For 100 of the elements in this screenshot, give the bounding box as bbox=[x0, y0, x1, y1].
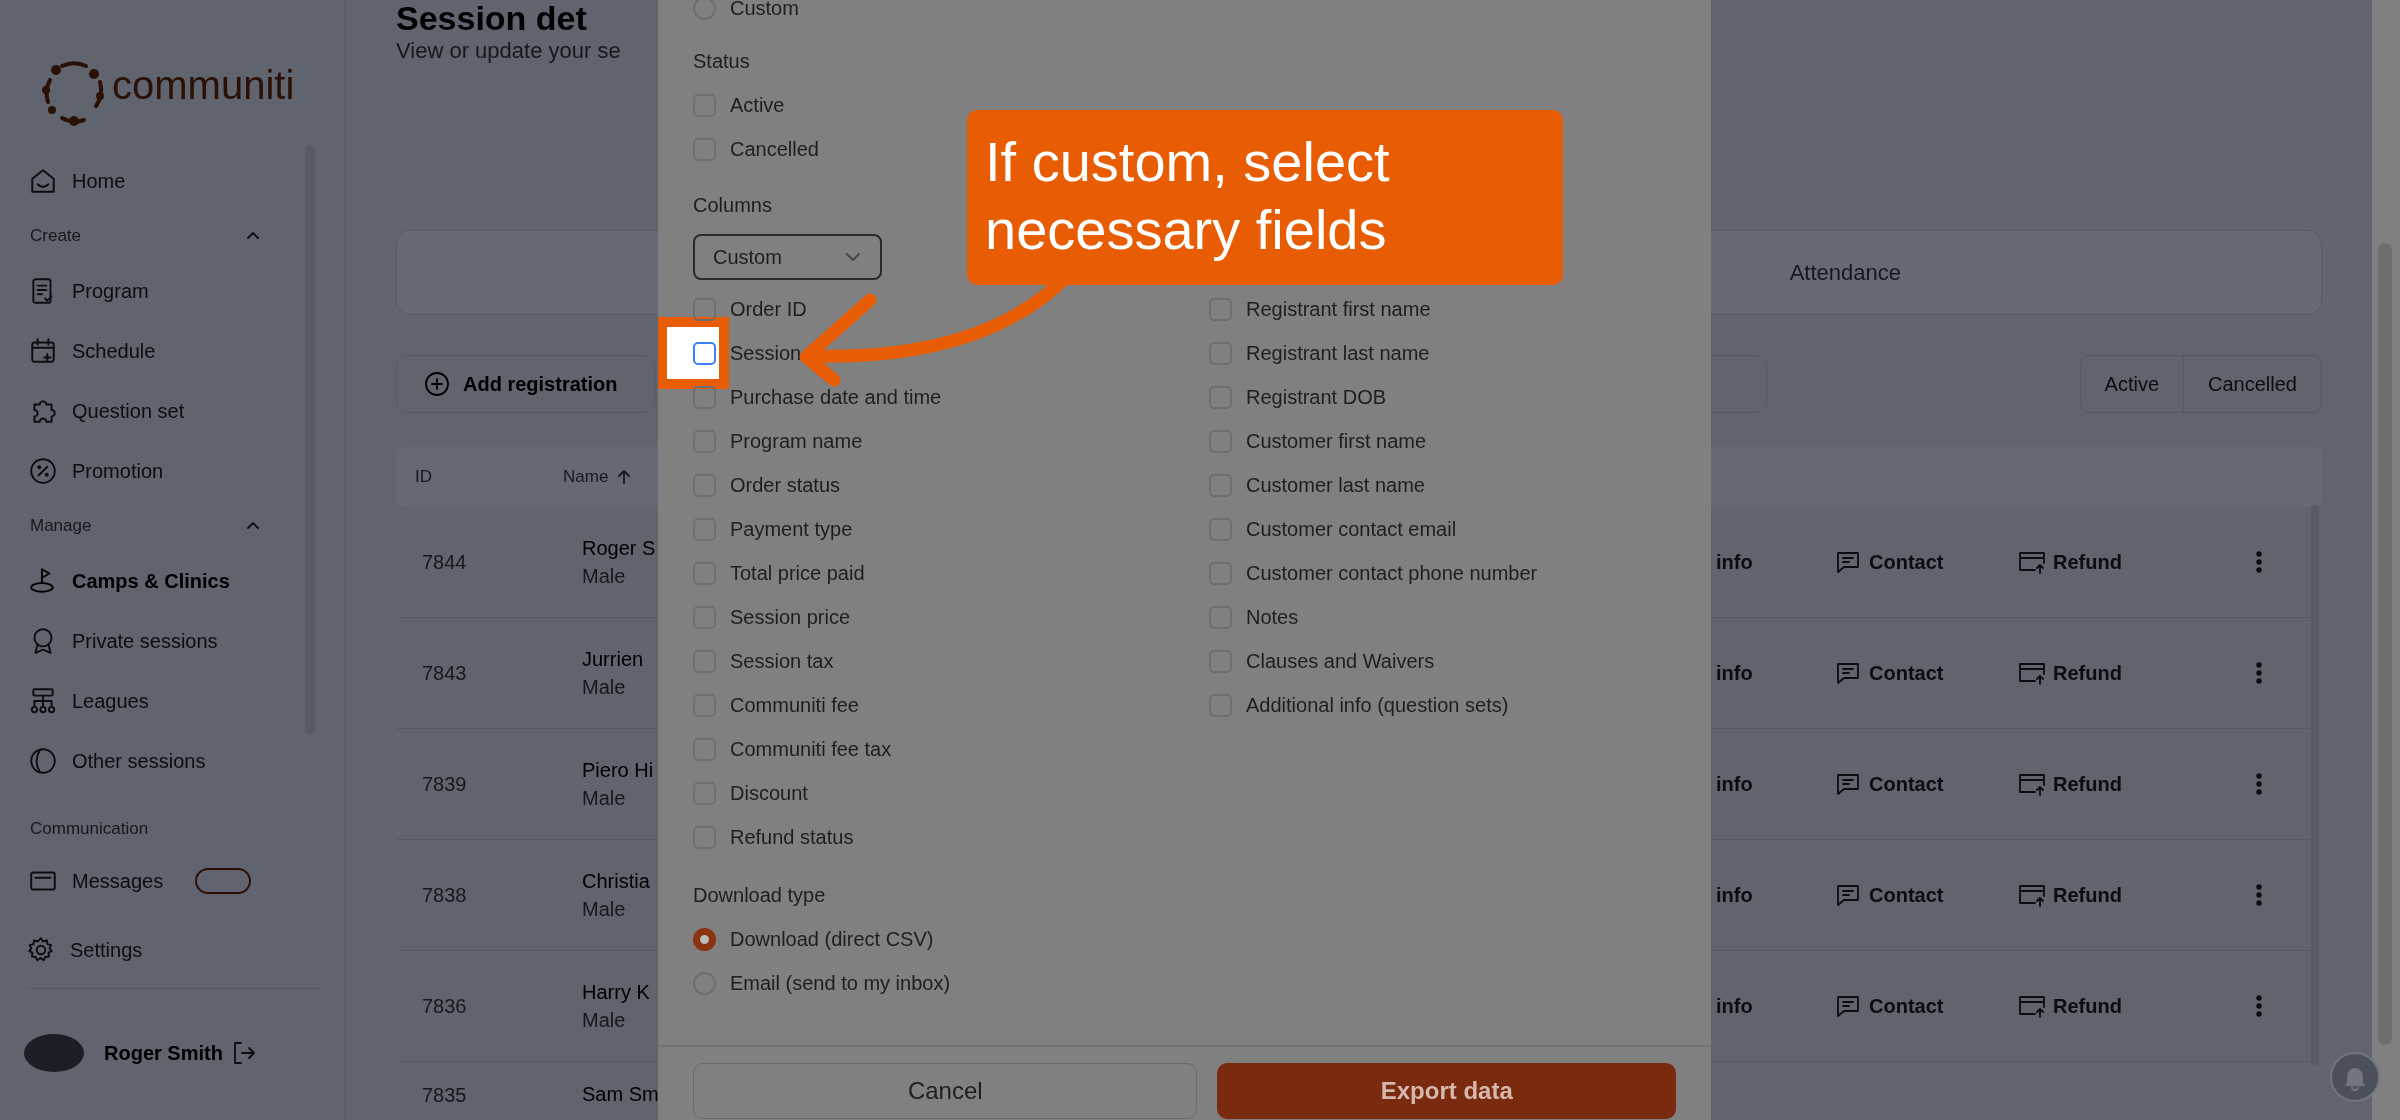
option-label: Email (send to my inbox) bbox=[730, 971, 951, 996]
calendar-icon bbox=[28, 336, 58, 366]
page-subtitle: View or update your se bbox=[396, 37, 621, 65]
user-name: Roger Smith bbox=[104, 1041, 223, 1066]
sidebar-item[interactable]: Home bbox=[0, 151, 300, 211]
kebab-menu-icon[interactable] bbox=[2256, 995, 2262, 1017]
option-label: Clauses and Waivers bbox=[1246, 649, 1435, 674]
checkbox[interactable] bbox=[693, 385, 716, 409]
option-label: Active bbox=[730, 93, 785, 118]
table-cell-text: Jurrien bbox=[582, 647, 644, 672]
chat-icon bbox=[1835, 660, 1861, 686]
contact-button[interactable]: Contact bbox=[1835, 991, 1944, 1021]
option-label: Custom bbox=[730, 0, 799, 21]
option-label: Customer last name bbox=[1246, 473, 1425, 498]
column-header[interactable]: Name bbox=[563, 464, 609, 490]
option-label: Total price paid bbox=[730, 561, 865, 586]
chat-icon bbox=[1835, 882, 1861, 908]
info-link[interactable]: info bbox=[1716, 884, 1753, 906]
table-cell-text: Male bbox=[582, 897, 626, 922]
kebab-menu-icon[interactable] bbox=[2256, 662, 2262, 684]
option-label: Program name bbox=[730, 429, 863, 454]
sidebar-item[interactable]: Other sessions bbox=[0, 731, 300, 791]
table-cell-text: Sam Sm bbox=[582, 1082, 659, 1107]
contact-button[interactable]: Contact bbox=[1835, 769, 1944, 799]
sidebar-item[interactable]: Promotion bbox=[0, 441, 300, 501]
house-icon bbox=[28, 166, 58, 196]
table-cell-text: Roger S bbox=[582, 536, 656, 561]
info-link[interactable]: info bbox=[1716, 551, 1753, 573]
refund-button[interactable]: Refund bbox=[2017, 880, 2122, 910]
option-label: Customer first name bbox=[1246, 429, 1427, 454]
card-arrow-icon bbox=[2017, 771, 2047, 797]
option-label: Session tax bbox=[730, 649, 834, 674]
card-arrow-icon bbox=[2017, 993, 2047, 1019]
refund-button[interactable]: Refund bbox=[2017, 658, 2122, 688]
sidebar-item[interactable]: Camps & Clinics bbox=[0, 551, 300, 611]
contact-button[interactable]: Contact bbox=[1835, 880, 1944, 910]
section-label: Communication bbox=[30, 818, 149, 841]
refund-button[interactable]: Refund bbox=[2017, 991, 2122, 1021]
sidebar-item[interactable]: Private sessions bbox=[0, 611, 300, 671]
filter-button[interactable]: Cancelled bbox=[2183, 356, 2321, 412]
sidebar-item[interactable]: Program bbox=[0, 261, 300, 321]
contact-button[interactable]: Contact bbox=[1835, 658, 1944, 688]
chat-icon bbox=[1835, 771, 1861, 797]
option-label: Registrant DOB bbox=[1246, 385, 1387, 410]
table-cell-text: Christia bbox=[582, 869, 650, 894]
info-link[interactable]: info bbox=[1716, 773, 1753, 795]
percent-icon bbox=[28, 456, 58, 486]
kebab-menu-icon[interactable] bbox=[2256, 773, 2262, 795]
tab[interactable]: Attendance bbox=[1769, 246, 1921, 299]
option-label: Refund status bbox=[730, 825, 854, 850]
option-label: Session price bbox=[730, 605, 851, 630]
table-cell-text: 7839 bbox=[422, 772, 468, 797]
half-circle-icon bbox=[28, 746, 58, 776]
notification-button[interactable] bbox=[2330, 1052, 2380, 1102]
cancel-button[interactable]: Cancel bbox=[693, 1063, 1198, 1119]
sidebar-item[interactable]: Messages bbox=[0, 851, 300, 911]
table-cell-text: 7836 bbox=[422, 994, 468, 1019]
option-label: Discount bbox=[730, 781, 808, 806]
option-label: Payment type bbox=[730, 517, 853, 542]
filter-button[interactable]: Active bbox=[2080, 356, 2184, 412]
option-label: Registrant first name bbox=[1246, 297, 1431, 322]
table-cell-text: Male bbox=[582, 675, 626, 700]
section-heading: Status bbox=[693, 49, 750, 74]
option-label: Order ID bbox=[730, 297, 807, 322]
refund-button[interactable]: Refund bbox=[2017, 769, 2122, 799]
option-label: Registrant last name bbox=[1246, 341, 1430, 366]
export-button[interactable]: Export data bbox=[1217, 1063, 1676, 1119]
section-label: Create bbox=[30, 225, 82, 248]
contact-button[interactable]: Contact bbox=[1835, 547, 1944, 577]
table-cell-text: 7843 bbox=[422, 661, 468, 686]
chat-icon bbox=[1835, 993, 1861, 1019]
sidebar-item[interactable]: Schedule bbox=[0, 321, 300, 381]
info-link[interactable]: info bbox=[1716, 995, 1753, 1017]
kebab-menu-icon[interactable] bbox=[2256, 884, 2262, 906]
settings-link[interactable]: Settings bbox=[26, 920, 143, 980]
sidebar-item[interactable]: Leagues bbox=[0, 671, 300, 731]
radio-button[interactable] bbox=[693, 927, 716, 951]
option-label: Order status bbox=[730, 473, 841, 498]
column-header: ID bbox=[415, 466, 433, 489]
add-registration-button[interactable]: Add registration bbox=[396, 355, 655, 413]
hierarchy-icon bbox=[28, 686, 58, 716]
sidebar-item[interactable]: Question set bbox=[0, 381, 300, 441]
option-label: Cancelled bbox=[730, 137, 819, 162]
table-cell-text: Male bbox=[582, 1008, 626, 1033]
table-cell-text: Harry K bbox=[582, 980, 650, 1005]
kebab-menu-icon[interactable] bbox=[2256, 551, 2262, 573]
table-cell-text: Piero Hi bbox=[582, 758, 654, 783]
logo-text: communiti bbox=[112, 63, 295, 107]
info-link[interactable]: info bbox=[1716, 662, 1753, 684]
table-cell-text: 7835 bbox=[422, 1083, 468, 1108]
option-label: Notes bbox=[1246, 605, 1299, 630]
columns-dropdown[interactable]: Custom bbox=[693, 234, 882, 280]
table-cell-text: 7838 bbox=[422, 883, 468, 908]
page-title: Session det bbox=[396, 0, 587, 36]
table-cell-text: Male bbox=[582, 786, 626, 811]
card-arrow-icon bbox=[2017, 549, 2047, 575]
refund-button[interactable]: Refund bbox=[2017, 547, 2122, 577]
card-arrow-icon bbox=[2017, 660, 2047, 686]
section-label: Manage bbox=[30, 515, 92, 538]
card-arrow-icon bbox=[2017, 882, 2047, 908]
